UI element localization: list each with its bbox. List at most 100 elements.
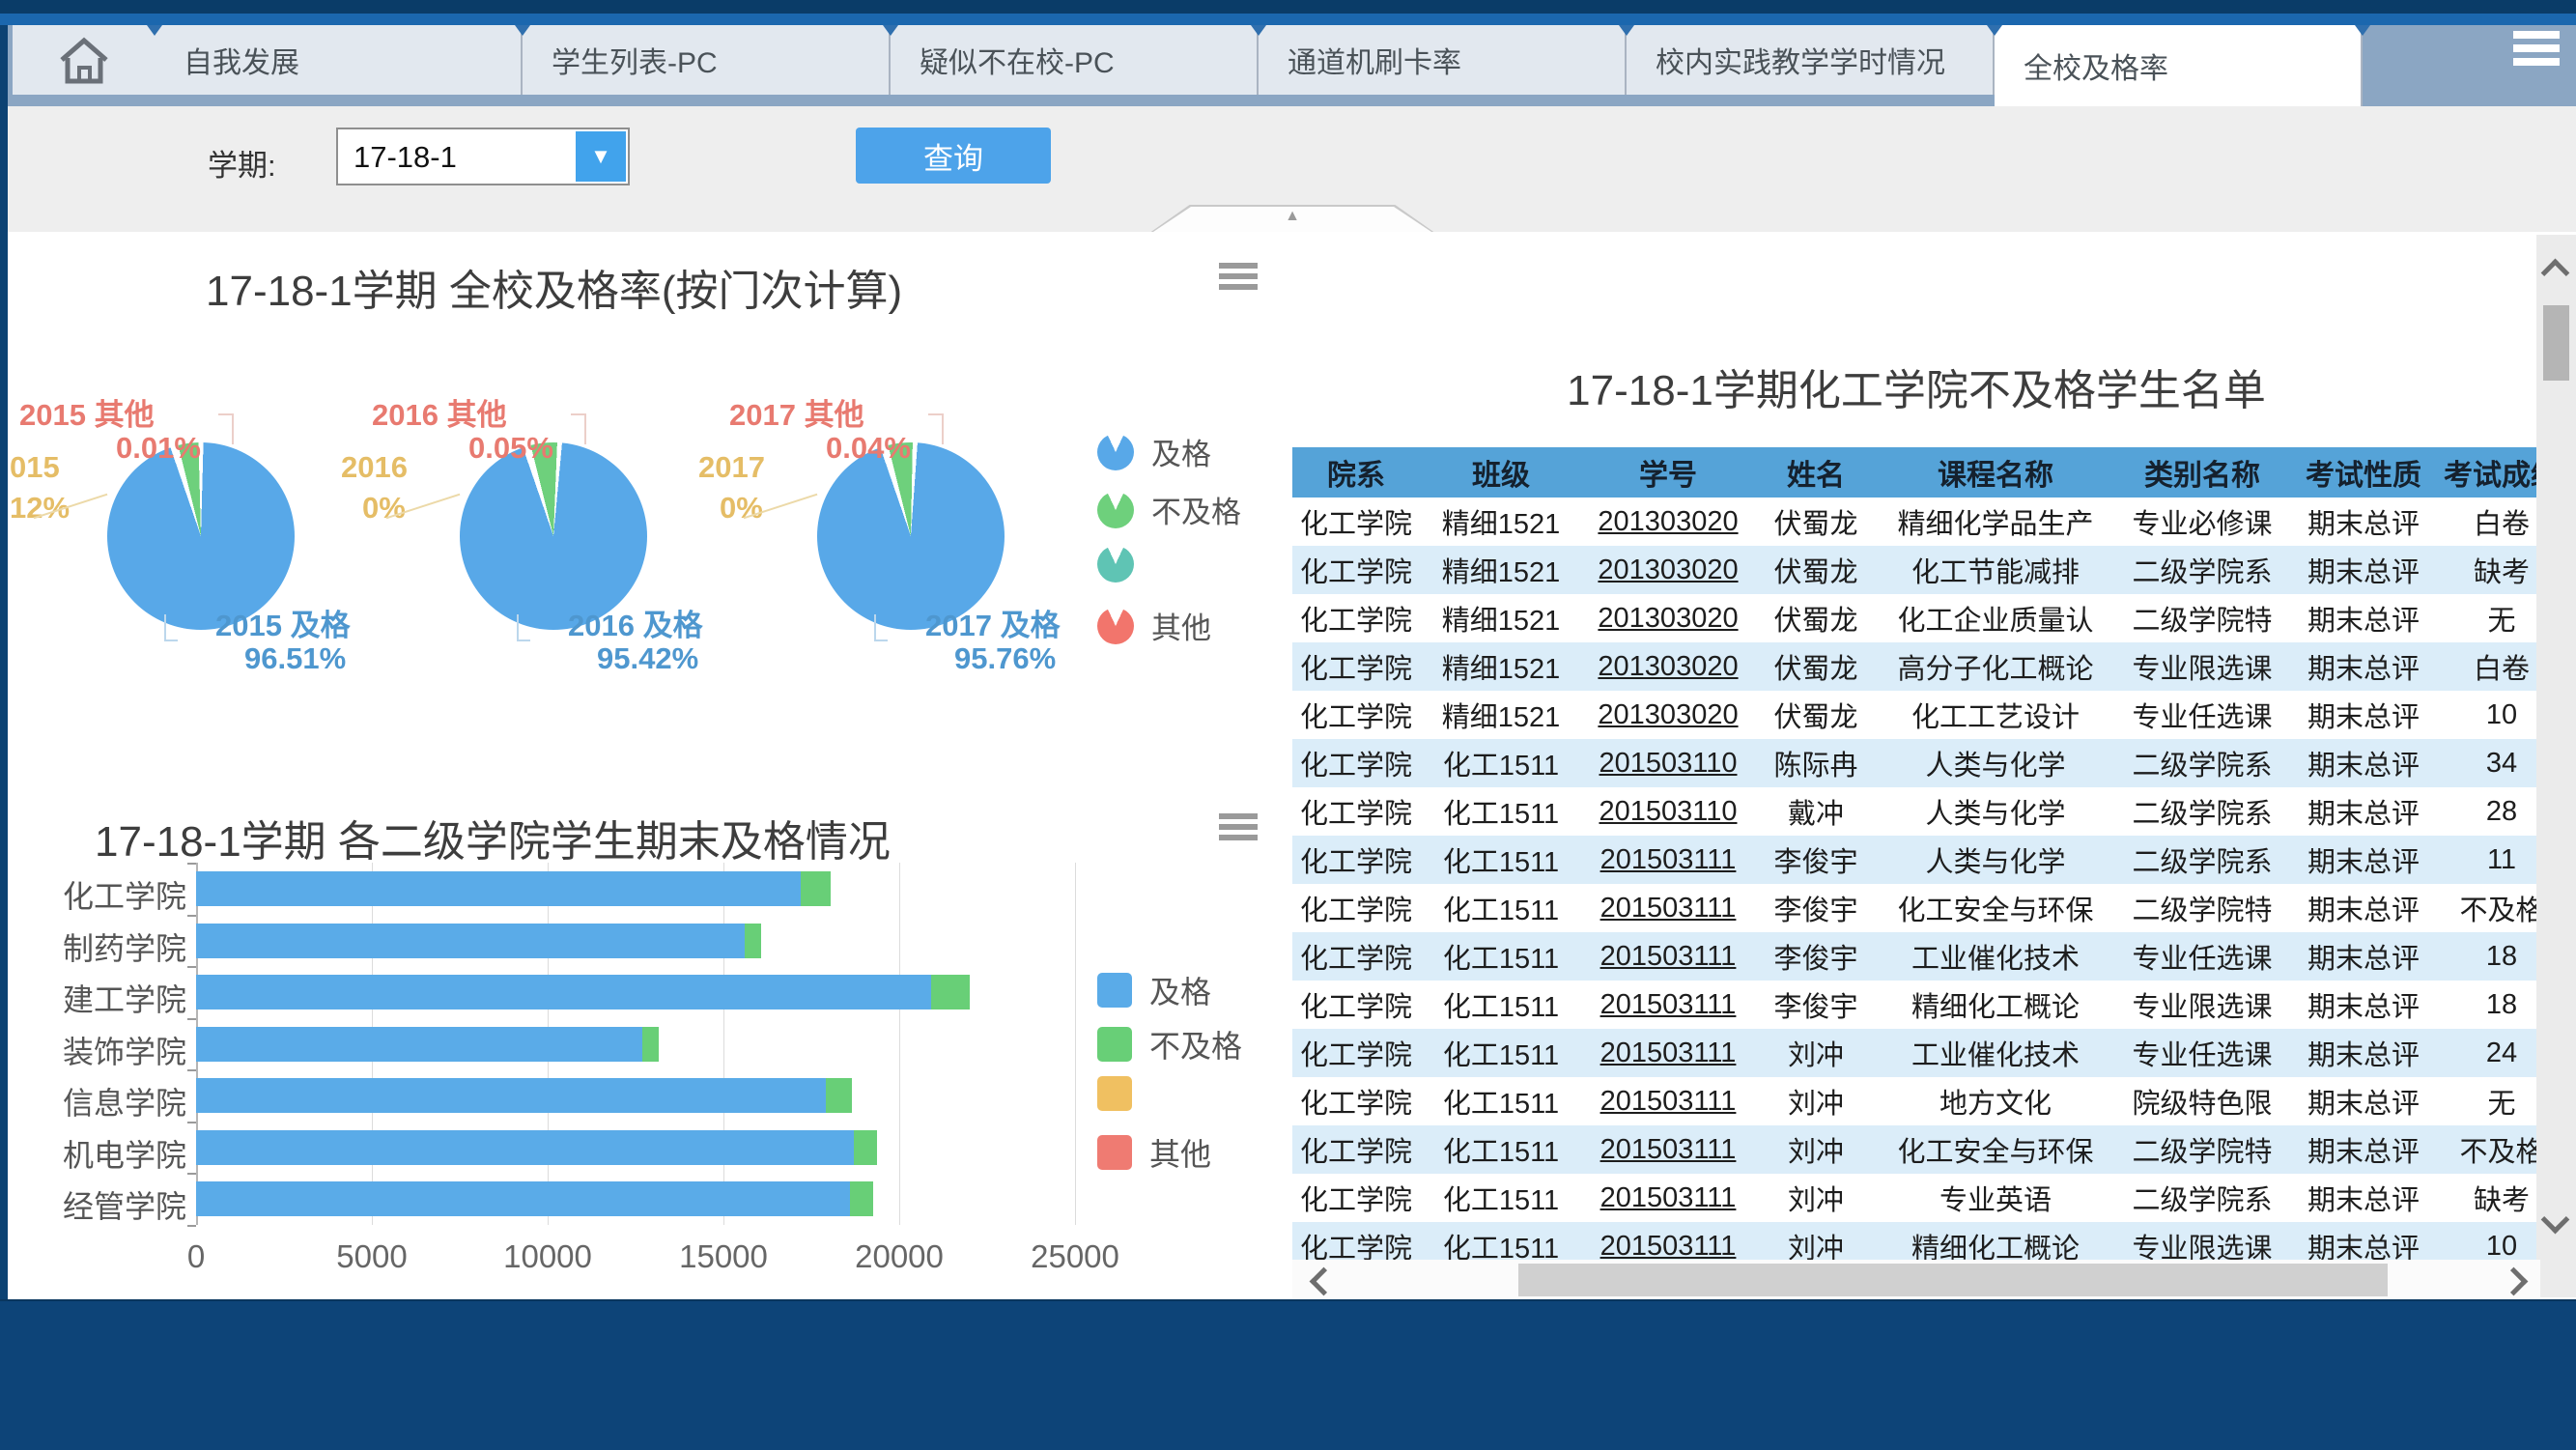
table-cell: 201503111	[1582, 1029, 1754, 1077]
table-cell: 化工1511	[1420, 1222, 1582, 1264]
tab-home[interactable]	[13, 25, 156, 95]
tab-全校及格率[interactable]: 全校及格率	[1995, 25, 2363, 106]
tab-notch	[147, 25, 162, 36]
table-cell: 201503110	[1582, 787, 1754, 836]
table-cell: 精细化学品生产	[1878, 498, 2113, 546]
query-button[interactable]: 查询	[856, 128, 1051, 184]
table-cell: 10	[2436, 691, 2540, 739]
legend-marker-icon	[1097, 492, 1134, 528]
dropdown-arrow-icon[interactable]: ▼	[576, 131, 626, 182]
tab-notch	[1619, 25, 1634, 36]
pie-legend-不及格[interactable]: 不及格	[1097, 488, 1241, 531]
table-cell: 李俊宇	[1754, 836, 1878, 884]
student-id-link[interactable]: 201503111	[1600, 989, 1737, 1020]
table-cell: 精细化工概论	[1878, 981, 2113, 1029]
student-id-link[interactable]: 201303020	[1598, 554, 1738, 585]
axis-tick	[187, 1122, 196, 1123]
table-cell: 201303020	[1582, 691, 1754, 739]
bar-chart-menu-icon[interactable]	[1219, 813, 1258, 842]
student-id-link[interactable]: 201503111	[1600, 1182, 1737, 1213]
table-cell: 专业限选课	[2113, 1222, 2291, 1264]
gridline-x-25000	[1075, 863, 1076, 1225]
table-cell: 白卷	[2436, 642, 2540, 691]
vertical-scrollbar[interactable]	[2536, 235, 2576, 1297]
bar-legend-不及格[interactable]: 不及格	[1097, 1022, 1242, 1066]
category-label-经管学院: 经管学院	[13, 1182, 186, 1227]
pie-chart-menu-icon[interactable]	[1219, 263, 1258, 292]
bar-legend-及格[interactable]: 及格	[1097, 968, 1211, 1012]
axis-tick	[187, 966, 196, 968]
student-id-link[interactable]: 201303020	[1598, 699, 1738, 730]
table-cell: 人类与化学	[1878, 836, 2113, 884]
table-cell: 专业任选课	[2113, 1029, 2291, 1077]
bar-fail-segment	[801, 871, 831, 906]
student-id-link[interactable]: 201303020	[1598, 603, 1738, 634]
column-header-院系: 院系	[1292, 447, 1420, 498]
student-id-link[interactable]: 201303020	[1598, 651, 1738, 682]
leader-line	[164, 614, 178, 641]
student-id-link[interactable]: 201503111	[1600, 1086, 1737, 1117]
student-id-link[interactable]: 201503111	[1600, 941, 1737, 972]
pie-label-pass-value: 95.42%	[597, 641, 698, 676]
student-id-link[interactable]: 201503111	[1600, 844, 1737, 875]
pie-legend-其他[interactable]: 其他	[1097, 604, 1211, 647]
table-cell: 化工1511	[1420, 739, 1582, 787]
table-cell: 刘冲	[1754, 1222, 1878, 1264]
tab-自我发展[interactable]: 自我发展	[155, 25, 523, 95]
table-cell: 二级学院系	[2113, 546, 2291, 594]
bar-pass-segment	[196, 1181, 850, 1216]
table-cell: 201303020	[1582, 594, 1754, 642]
student-id-link[interactable]: 201303020	[1598, 506, 1738, 537]
student-id-link[interactable]: 201503110	[1599, 796, 1737, 827]
table-cell: 化工1511	[1420, 1125, 1582, 1174]
pie-label-yellow-year: 2017	[698, 450, 765, 485]
table-cell: 期末总评	[2291, 836, 2436, 884]
table-cell: 化工学院	[1292, 1029, 1420, 1077]
pie-legend-unnamed[interactable]	[1097, 546, 1151, 583]
table-cell: 化工1511	[1420, 1029, 1582, 1077]
student-id-link[interactable]: 201503111	[1600, 1134, 1737, 1165]
semester-select[interactable]: 17-18-1 ▼	[336, 128, 630, 185]
app-menu-icon[interactable]	[2513, 31, 2560, 75]
bar-fail-segment	[826, 1078, 853, 1113]
table-cell: 化工1511	[1420, 836, 1582, 884]
bar-legend-其他[interactable]: 其他	[1097, 1130, 1211, 1175]
student-id-link[interactable]: 201503111	[1600, 1231, 1737, 1262]
bar-pass-segment	[196, 924, 745, 958]
pie-label-pass-value: 95.76%	[954, 641, 1056, 676]
horizontal-scroll-thumb[interactable]	[1518, 1264, 2388, 1296]
tab-通道机刷卡率[interactable]: 通道机刷卡率	[1259, 25, 1627, 95]
table-cell: 201503110	[1582, 739, 1754, 787]
pie-label-pass-year: 2016 及格	[568, 601, 703, 644]
tab-学生列表-PC[interactable]: 学生列表-PC	[523, 25, 891, 95]
pie-label-other-value: 0.05%	[468, 431, 553, 466]
tab-校内实践教学学时情况[interactable]: 校内实践教学学时情况	[1627, 25, 1995, 95]
table-cell: 201303020	[1582, 546, 1754, 594]
legend-marker-icon	[1097, 546, 1134, 583]
tab-疑似不在校-PC[interactable]: 疑似不在校-PC	[891, 25, 1259, 95]
column-header-课程名称: 课程名称	[1878, 447, 2113, 498]
table-cell: 刘冲	[1754, 1125, 1878, 1174]
student-id-link[interactable]: 201503111	[1600, 1038, 1737, 1068]
table-cell: 10	[2436, 1222, 2540, 1264]
table-cell: 24	[2436, 1029, 2540, 1077]
table-cell: 伏蜀龙	[1754, 642, 1878, 691]
table-cell: 化工学院	[1292, 836, 1420, 884]
bar-chart-title: 17-18-1学期 各二级学院学生期末及格情况	[95, 807, 891, 868]
table-cell: 化工1511	[1420, 787, 1582, 836]
vertical-scroll-thumb[interactable]	[2543, 305, 2569, 381]
bar-legend-unnamed[interactable]	[1097, 1076, 1149, 1111]
leader-line	[571, 413, 586, 444]
pie-legend-及格[interactable]: 及格	[1097, 430, 1211, 473]
student-id-link[interactable]: 201503110	[1599, 748, 1737, 779]
semester-selected-value: 17-18-1	[354, 140, 457, 175]
column-header-考试成绩: 考试成绩	[2436, 447, 2540, 498]
table-cell: 高分子化工概论	[1878, 642, 2113, 691]
table-cell: 精细1521	[1420, 594, 1582, 642]
student-id-link[interactable]: 201503111	[1600, 893, 1737, 924]
table-cell: 化工学院	[1292, 691, 1420, 739]
table-cell: 二级学院系	[2113, 836, 2291, 884]
table-cell: 期末总评	[2291, 981, 2436, 1029]
table-cell: 刘冲	[1754, 1029, 1878, 1077]
axis-tick	[187, 1018, 196, 1020]
